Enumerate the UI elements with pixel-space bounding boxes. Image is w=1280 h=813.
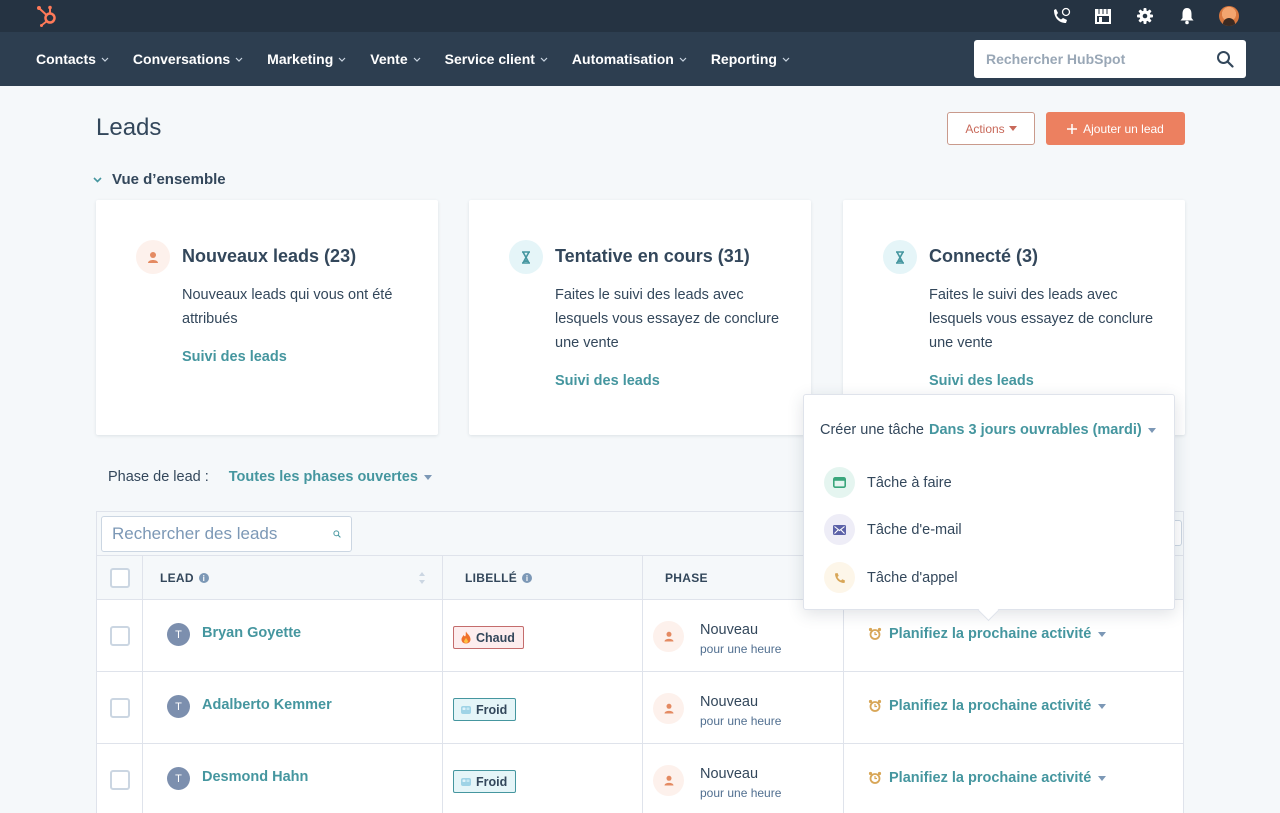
todo-task-option[interactable]: Tâche à faire: [824, 467, 952, 498]
lead-search: [101, 516, 352, 552]
schedule-activity-dropdown[interactable]: Planifiez la prochaine activité: [868, 626, 1107, 642]
nav-service-client[interactable]: Service client: [445, 51, 548, 67]
call-task-option[interactable]: Tâche d'appel: [824, 562, 958, 593]
avatar: T: [167, 623, 190, 646]
nav-reporting[interactable]: Reporting: [711, 51, 790, 67]
plus-icon: [1067, 123, 1078, 134]
caret-down-icon: [1098, 775, 1107, 781]
row-checkbox[interactable]: [109, 626, 130, 646]
avatar: T: [167, 695, 190, 718]
global-search-input[interactable]: [986, 51, 1216, 67]
person-icon: [653, 765, 684, 796]
person-icon: [653, 621, 684, 652]
email-icon: [824, 514, 855, 545]
alarm-clock-icon: [868, 771, 882, 784]
select-all-checkbox[interactable]: [109, 568, 130, 588]
header-checkbox-cell: [97, 556, 143, 600]
top-bar: [0, 0, 1280, 32]
calling-icon[interactable]: [1050, 5, 1072, 27]
settings-icon[interactable]: [1134, 5, 1156, 27]
sort-icon[interactable]: [418, 570, 426, 586]
todo-icon: [824, 467, 855, 498]
caret-down-icon: [1147, 427, 1156, 433]
actions-button[interactable]: Actions: [947, 112, 1035, 145]
chevron-down-icon: [540, 57, 548, 62]
person-icon: [653, 693, 684, 724]
email-task-option[interactable]: Tâche d'e-mail: [824, 514, 962, 545]
column-header-lead[interactable]: LEAD i: [143, 556, 443, 600]
nav-contacts[interactable]: Contacts: [36, 51, 109, 67]
nav-vente[interactable]: Vente: [370, 51, 421, 67]
caret-down-icon: [1098, 703, 1107, 709]
caret-down-icon: [1008, 126, 1017, 131]
chevron-down-icon: [338, 57, 346, 62]
lead-search-input[interactable]: [112, 524, 333, 544]
card-link-new-leads[interactable]: Suivi des leads: [182, 349, 287, 365]
fire-icon: [461, 631, 471, 644]
task-due-date-dropdown[interactable]: Dans 3 jours ouvrables (mardi): [929, 422, 1156, 438]
search-icon[interactable]: [1216, 50, 1234, 68]
phone-icon: [824, 562, 855, 593]
chevron-down-icon: [413, 57, 421, 62]
label-tag: Chaud: [453, 626, 524, 649]
ice-cube-icon: [461, 777, 471, 786]
caret-down-icon: [1098, 631, 1107, 637]
lead-name-link[interactable]: Bryan Goyette: [202, 625, 301, 641]
schedule-activity-dropdown[interactable]: Planifiez la prochaine activité: [868, 698, 1107, 714]
marketplace-icon[interactable]: [1092, 5, 1114, 27]
hourglass-icon: [509, 240, 543, 274]
search-icon[interactable]: [333, 525, 341, 543]
schedule-activity-dropdown[interactable]: Planifiez la prochaine activité: [868, 770, 1107, 786]
nav-conversations[interactable]: Conversations: [133, 51, 243, 67]
user-avatar[interactable]: [1218, 5, 1240, 27]
info-icon[interactable]: i: [522, 573, 533, 583]
phase-filter-label: Phase de lead :: [108, 469, 209, 485]
label-tag: Froid: [453, 770, 517, 793]
alarm-clock-icon: [868, 699, 882, 712]
card-new-leads: Nouveaux leads (23) Nouveaux leads qui v…: [96, 200, 438, 435]
phase-filter-select[interactable]: Toutes les phases ouvertes: [229, 469, 432, 485]
card-attempting: Tentative en cours (31) Faites le suivi …: [469, 200, 811, 435]
popover-header: Créer une tâche Dans 3 jours ouvrables (…: [820, 422, 1156, 438]
caret-down-icon: [423, 474, 432, 480]
person-icon: [136, 240, 170, 274]
chevron-down-icon: [782, 57, 790, 62]
row-checkbox[interactable]: [109, 698, 130, 718]
page-title: Leads: [96, 114, 162, 141]
card-link-attempting[interactable]: Suivi des leads: [555, 373, 660, 389]
table-row: T Bryan Goyette Chaud Nouveau pour une h…: [97, 600, 1183, 672]
ice-cube-icon: [461, 705, 471, 714]
nav-automatisation[interactable]: Automatisation: [572, 51, 687, 67]
overview-toggle[interactable]: Vue d’ensemble: [93, 171, 226, 188]
chevron-down-icon: [93, 176, 102, 183]
phase-filter: Phase de lead : Toutes les phases ouvert…: [108, 469, 432, 485]
main-nav: Contacts Conversations Marketing Vente S…: [0, 32, 1280, 86]
toolbar-edge-button[interactable]: [1175, 520, 1182, 546]
avatar: T: [167, 767, 190, 790]
card-link-connected[interactable]: Suivi des leads: [929, 373, 1034, 389]
global-search: [974, 40, 1246, 78]
lead-name-link[interactable]: Desmond Hahn: [202, 769, 308, 785]
label-tag: Froid: [453, 698, 517, 721]
column-header-label[interactable]: LIBELLÉ i: [443, 556, 643, 600]
create-task-popover: Créer une tâche Dans 3 jours ouvrables (…: [803, 394, 1175, 610]
table-row: T Desmond Hahn Froid Nouveau pour une he…: [97, 744, 1183, 813]
chevron-down-icon: [679, 57, 687, 62]
nav-marketing[interactable]: Marketing: [267, 51, 346, 67]
hubspot-logo[interactable]: [34, 4, 62, 28]
table-row: T Adalberto Kemmer Froid Nouveau pour un…: [97, 672, 1183, 744]
lead-name-link[interactable]: Adalberto Kemmer: [202, 697, 332, 713]
notifications-icon[interactable]: [1176, 5, 1198, 27]
alarm-clock-icon: [868, 627, 882, 640]
row-checkbox[interactable]: [109, 770, 130, 790]
info-icon[interactable]: i: [198, 573, 209, 583]
chevron-down-icon: [101, 57, 109, 62]
hourglass-icon: [883, 240, 917, 274]
chevron-down-icon: [235, 57, 243, 62]
add-lead-button[interactable]: Ajouter un lead: [1046, 112, 1185, 145]
